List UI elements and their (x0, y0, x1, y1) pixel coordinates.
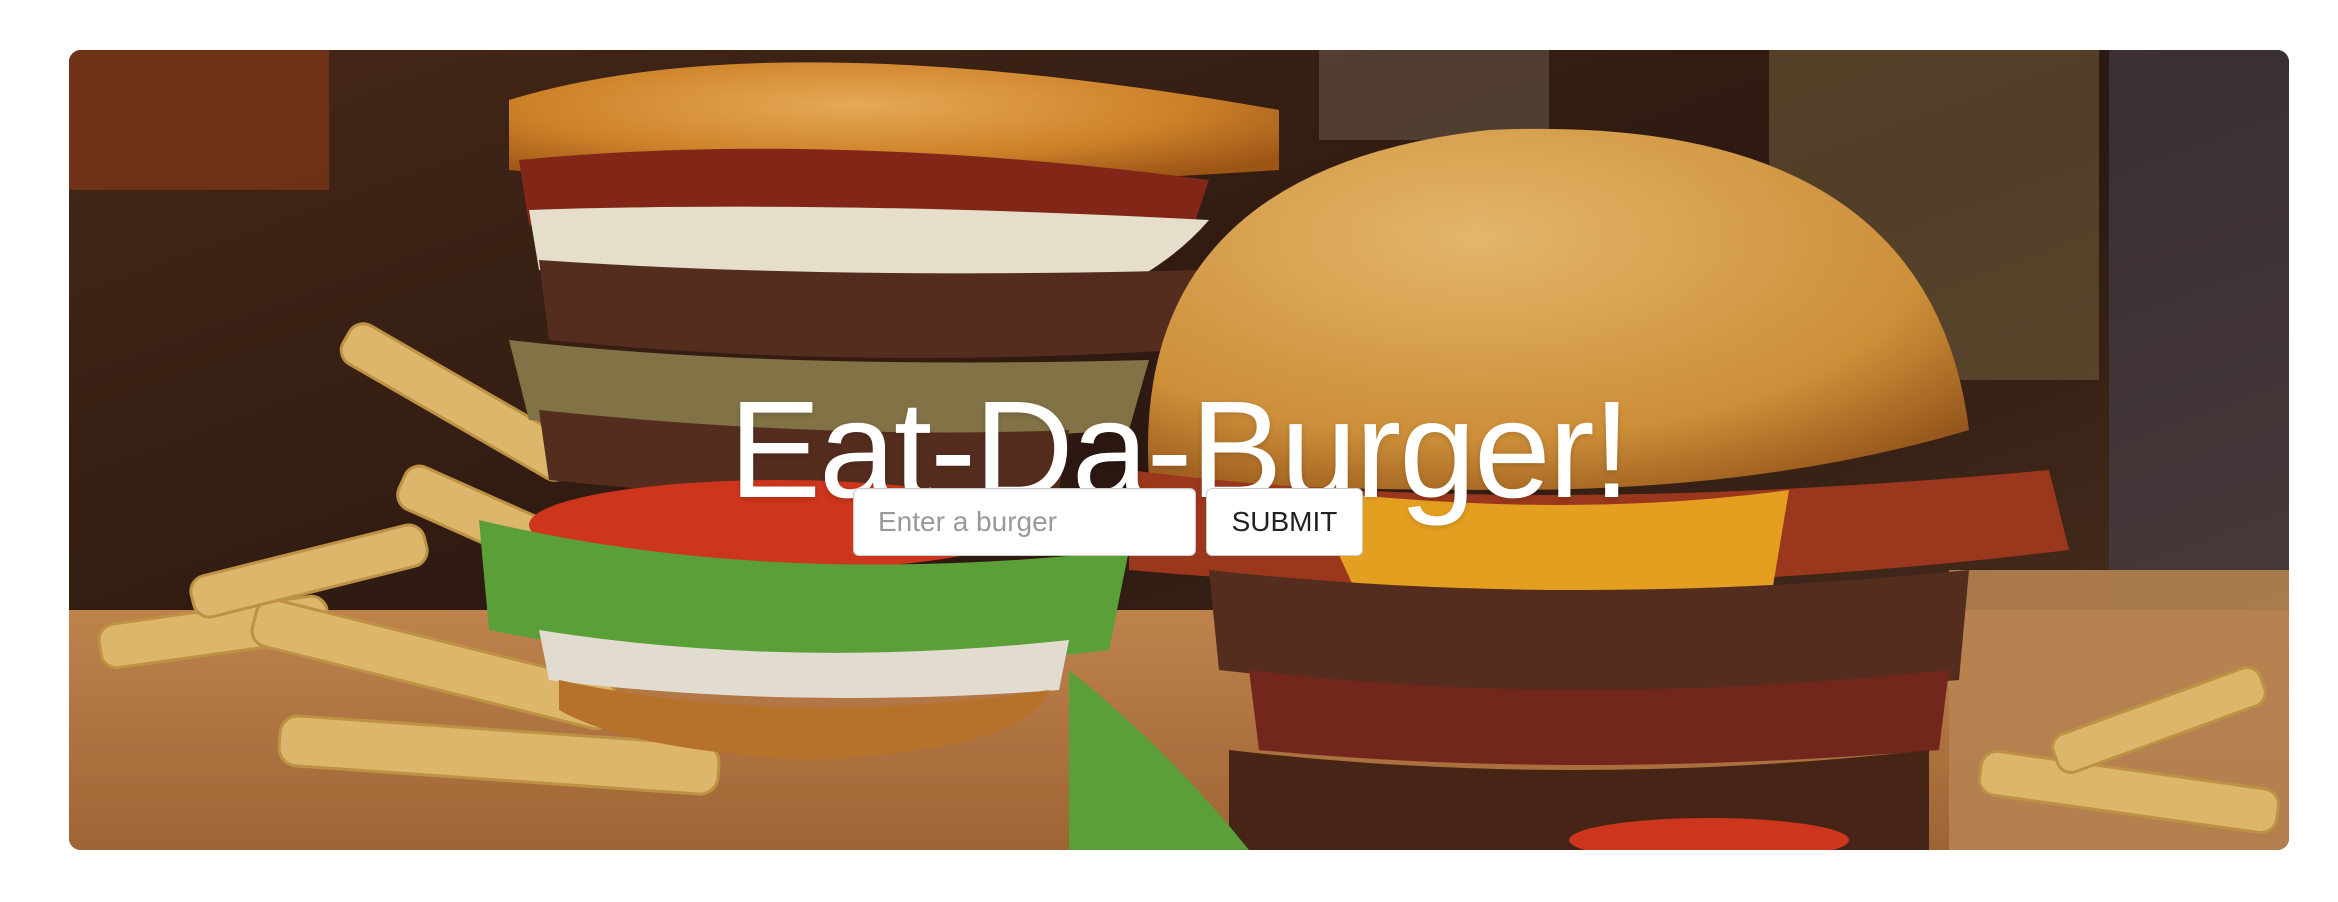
hero-jumbotron: Eat-Da-Burger! (69, 50, 2289, 850)
add-burger-form: SUBMIT (853, 488, 1363, 556)
burger-name-input[interactable] (853, 488, 1196, 556)
submit-button[interactable]: SUBMIT (1206, 488, 1363, 556)
